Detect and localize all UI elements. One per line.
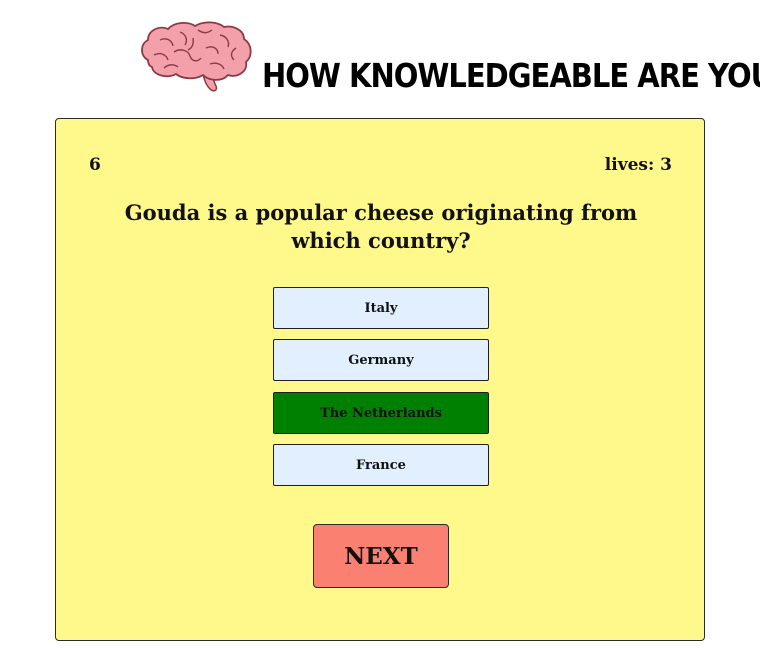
quiz-card: 6 lives: 3 Gouda is a popular cheese ori… bbox=[55, 118, 705, 641]
answer-button-italy[interactable]: Italy bbox=[273, 287, 489, 329]
brain-icon bbox=[141, 21, 252, 92]
next-button[interactable]: NEXT bbox=[313, 524, 449, 588]
score-counter: 6 bbox=[89, 155, 101, 175]
question-text: Gouda is a popular cheese originating fr… bbox=[124, 200, 638, 253]
header: HOW KNOWLEDGEABLE ARE YOU? bbox=[0, 0, 760, 110]
answer-button-the-netherlands[interactable]: The Netherlands bbox=[273, 392, 489, 434]
lives-counter: lives: 3 bbox=[604, 155, 672, 175]
app-title: HOW KNOWLEDGEABLE ARE YOU? bbox=[262, 56, 760, 96]
answer-button-france[interactable]: France bbox=[273, 444, 489, 486]
answer-button-germany[interactable]: Germany bbox=[273, 339, 489, 381]
